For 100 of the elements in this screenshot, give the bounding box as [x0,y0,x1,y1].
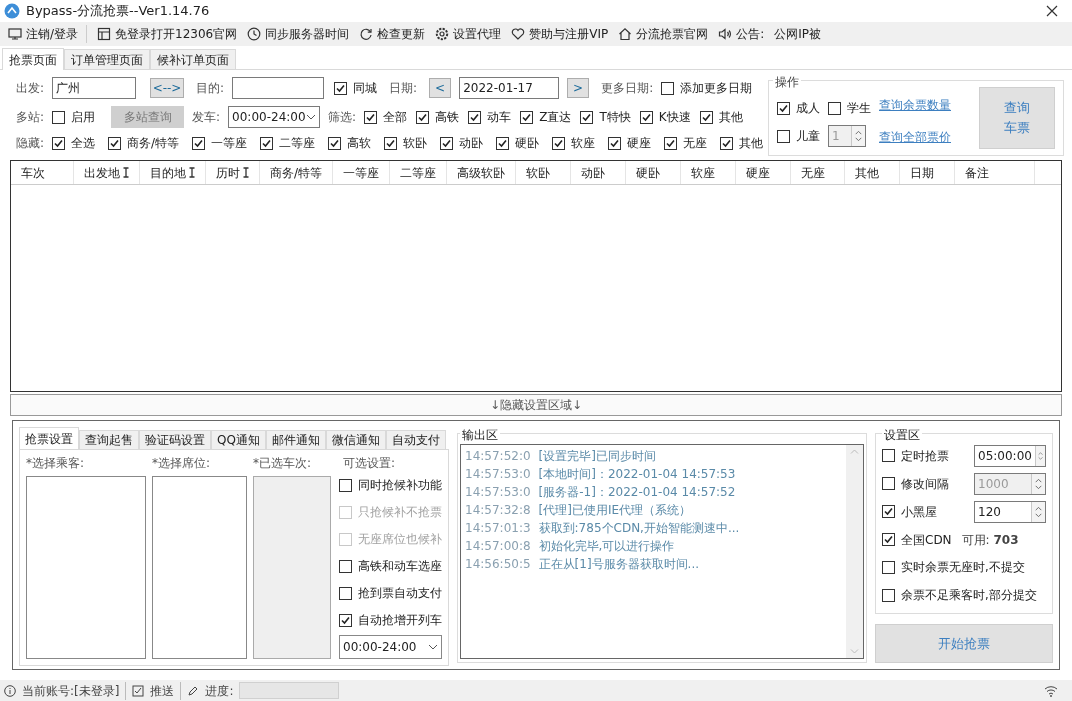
tab[interactable]: 微信通知 [325,430,386,449]
tab[interactable]: 邮件通知 [265,430,326,449]
tab[interactable]: 候补订单页面 [150,49,236,69]
next-date-button[interactable]: > [567,78,590,98]
checkbox[interactable] [882,561,895,574]
field-label: 多站: [16,109,45,126]
checkbox[interactable] [416,110,430,124]
checkbox[interactable] [777,101,790,115]
toolbar-button[interactable]: 设置代理 [435,25,502,43]
checkbox[interactable] [339,478,352,492]
heart-icon [511,27,526,41]
close-icon[interactable] [1046,5,1058,17]
checkbox[interactable] [664,136,678,150]
passenger-list[interactable] [26,476,146,659]
tab[interactable]: 抢票设置 [19,427,79,449]
column-header[interactable]: 软座 [681,161,737,184]
link[interactable]: 查询全部票价 [879,128,951,146]
previous-date-button[interactable]: < [429,78,452,98]
checkbox[interactable] [496,136,510,150]
checkbox-icon[interactable] [132,684,145,697]
checkbox[interactable] [882,589,895,602]
checkbox[interactable] [384,136,398,150]
window-title: Bypass-分流抢票--Ver1.14.76 [26,2,210,21]
column-header[interactable]: 其他 [845,161,901,184]
column-header[interactable]: 备注 [955,161,1036,184]
tab[interactable]: 自动支付 [385,430,446,449]
checkbox-label: 实时余票无座时,不提交 [901,558,1025,576]
checkbox[interactable] [192,136,206,150]
toolbar-button[interactable]: 免登录打开12306官网 [97,25,238,43]
input-field[interactable] [232,77,325,99]
tab[interactable]: QQ通知 [211,430,266,449]
column-header[interactable]: 一等座 [333,161,391,184]
checkbox[interactable] [339,613,352,627]
checkbox[interactable] [699,110,713,124]
column-header[interactable]: 出发地 [74,161,140,184]
column-header[interactable]: 高级软卧 [447,161,517,184]
column-header[interactable]: 动卧 [571,161,627,184]
checkbox[interactable] [520,110,534,124]
push-label[interactable]: 推送 [150,681,182,700]
date-field[interactable]: 2022-01-17 [459,77,560,99]
toolbar-button[interactable]: 赞助与注册VIP [511,25,609,43]
number-spinner[interactable]: 120 [974,500,1046,523]
column-header[interactable]: 商务/特等 [260,161,334,184]
departure-time-dropdown[interactable]: 00:00-24:00 [228,106,321,128]
checkbox[interactable] [339,586,352,600]
checkbox[interactable] [828,101,841,115]
checkbox[interactable] [52,110,66,124]
checkbox[interactable] [608,136,622,150]
field-label: *选择席位: [152,455,212,472]
sort-icon [189,167,195,178]
column-header[interactable]: 无座 [791,161,846,184]
tab[interactable]: 订单管理页面 [64,49,150,69]
checkbox[interactable] [720,136,734,150]
column-header[interactable]: 车次 [11,161,74,184]
checkbox[interactable] [334,81,348,95]
column-header[interactable]: 目的地 [140,161,206,184]
hide-settings-bar[interactable]: ↓隐藏设置区域↓ [10,394,1062,416]
link[interactable]: 查询余票数量 [879,96,951,114]
checkbox[interactable] [882,505,895,518]
log-message: [服务器-1]：2022-01-04 14:57:52 [538,484,736,500]
toolbar-button[interactable]: 公告: [718,25,765,43]
spinner-arrows-icon[interactable] [1034,445,1045,466]
toolbar-button[interactable]: 注销/登录 [8,25,88,43]
checkbox[interactable] [882,449,895,462]
checkbox[interactable] [260,136,274,150]
checkbox[interactable] [661,81,675,95]
column-header[interactable]: 软卧 [516,161,572,184]
checkbox-label: 小黑屋 [901,503,937,521]
checkbox[interactable] [882,533,895,546]
swap-button[interactable]: <--> [150,78,185,98]
time-range-dropdown[interactable]: 00:00-24:00 [339,635,442,659]
checkbox-label: 动卧 [459,135,484,152]
checkbox-label: 定时抢票 [901,447,949,465]
checkbox[interactable] [639,110,653,124]
checkbox[interactable] [328,136,342,150]
checkbox[interactable] [468,110,482,124]
tab[interactable]: 查询起售 [79,430,139,449]
number-spinner[interactable]: 05:00:00 [974,444,1046,467]
seat-list[interactable] [152,476,247,659]
checkbox[interactable] [552,136,566,150]
tab[interactable]: 抢票页面 [2,48,64,70]
column-header[interactable]: 二等座 [390,161,448,184]
column-header[interactable]: 日期 [900,161,956,184]
toolbar-button[interactable]: 分流抢票官网 [618,25,709,43]
checkbox[interactable] [364,110,378,124]
toolbar-button[interactable]: 同步服务器时间 [247,25,350,43]
input-field[interactable]: 广州 [52,77,137,99]
checkbox[interactable] [108,136,122,150]
column-header[interactable]: 历时 [206,161,260,184]
checkbox[interactable] [777,129,790,143]
column-header[interactable]: 硬卧 [626,161,682,184]
tab[interactable]: 验证码设置 [139,430,211,449]
spinner-arrows-icon[interactable] [1031,501,1045,522]
checkbox-label: Z直达 [539,109,572,126]
column-header[interactable]: 硬座 [736,161,792,184]
checkbox[interactable] [580,110,594,124]
toolbar-button[interactable]: 检查更新 [359,25,426,43]
checkbox[interactable] [52,136,66,150]
checkbox[interactable] [440,136,454,150]
checkbox[interactable] [339,559,352,573]
